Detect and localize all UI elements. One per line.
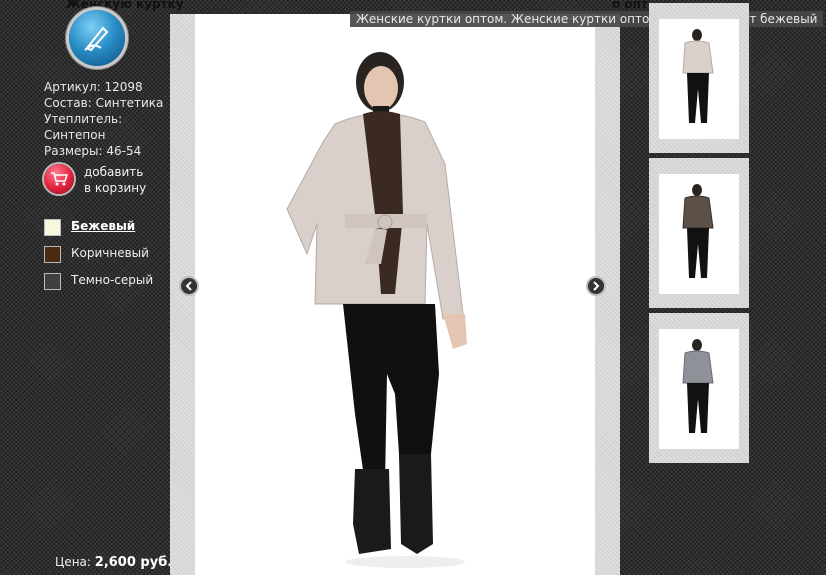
- image-caption: Женские куртки оптом. Женские куртки опт…: [350, 11, 824, 27]
- price: Цена: 2,600 руб.: [55, 555, 172, 570]
- shopping-cart-icon: [44, 164, 74, 194]
- price-value: 2,600 руб.: [94, 555, 173, 570]
- add-to-cart-label[interactable]: добавить в корзину: [84, 164, 146, 196]
- thumbnail-beige[interactable]: [649, 3, 749, 153]
- page-title-fragment: о опт: [612, 0, 648, 11]
- model-illustration: [286, 52, 467, 568]
- sizes-text: Размеры: 46-54: [44, 144, 142, 158]
- thumbnail-brown[interactable]: [649, 158, 749, 308]
- product-photo: [195, 14, 595, 575]
- product-info: Артикул: 12098 Состав: Синтетика Утеплит…: [44, 79, 163, 159]
- add-to-cart-button[interactable]: добавить в корзину: [44, 164, 184, 200]
- prev-image-button[interactable]: [179, 276, 199, 296]
- image-viewer: Женские куртки оптом. Женские куртки опт…: [170, 11, 824, 575]
- color-swatch-dark-gray[interactable]: [44, 273, 61, 290]
- price-label: Цена:: [55, 555, 91, 569]
- thumbnail-image: [659, 329, 739, 449]
- chevron-right-icon: [593, 281, 600, 291]
- color-swatch-brown[interactable]: [44, 246, 61, 263]
- composition-text: Состав: Синтетика: [44, 96, 164, 110]
- thumbnail-gray[interactable]: [649, 313, 749, 463]
- logo[interactable]: [69, 10, 125, 66]
- thumbnail-image: [659, 19, 739, 139]
- color-label-dark-gray[interactable]: Темно-серый: [71, 273, 153, 287]
- chevron-left-icon: [185, 281, 192, 291]
- insulation-label: Утеплитель:: [44, 112, 123, 126]
- pen-icon: [84, 26, 109, 52]
- color-label-beige[interactable]: Бежевый: [71, 219, 135, 233]
- article-text: Артикул: 12098: [44, 80, 143, 94]
- next-image-button[interactable]: [586, 276, 606, 296]
- thumbnail-image: [659, 174, 739, 294]
- cart-label-line2: в корзину: [84, 181, 147, 195]
- color-label-brown[interactable]: Коричневый: [71, 246, 149, 260]
- page-title: Женскую куртку: [66, 0, 184, 11]
- cart-label-line1: добавить: [84, 165, 144, 179]
- insulation-value: Синтепон: [44, 128, 106, 142]
- color-swatch-beige[interactable]: [44, 219, 61, 236]
